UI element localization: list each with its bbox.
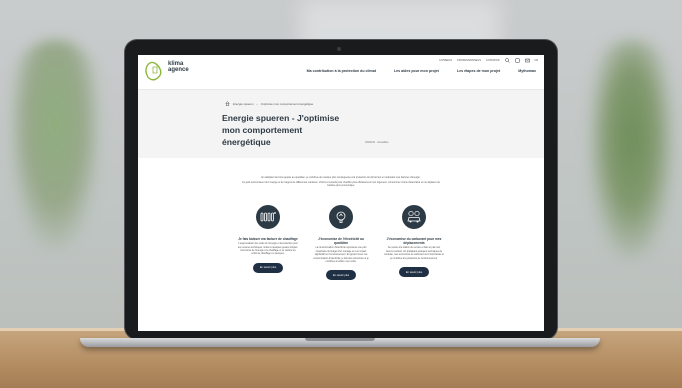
card-button[interactable]: En savoir plus (253, 262, 283, 273)
card-body: L'augmentation des coûts de l'énergie et… (238, 243, 299, 256)
breadcrumb-item-2: J'optimise mon comportement énergétique (260, 101, 314, 106)
home-icon[interactable] (225, 101, 230, 106)
laptop-notch (305, 338, 375, 341)
cards-row: Je fais baisser ma facture de chauffage … (238, 205, 444, 281)
mail-icon[interactable] (524, 58, 530, 63)
intro-paragraph-1: En adoptant de bons gestes au quotidien,… (261, 176, 421, 179)
webcam (337, 47, 341, 51)
nav-item-extra[interactable]: Mythomax (518, 69, 536, 73)
utility-link-about[interactable]: À PROPOS (486, 59, 500, 62)
language-selector[interactable]: FR (535, 59, 538, 62)
intro-text: En adoptant de bons gestes au quotidien,… (238, 176, 444, 189)
radiator-icon (256, 205, 280, 229)
logo-line2: agence (168, 67, 189, 73)
laptop-base (80, 338, 600, 347)
plant-right (589, 40, 674, 260)
utility-link-conseils[interactable]: CONSEILS (439, 59, 452, 62)
card-button[interactable]: En savoir plus (399, 267, 429, 278)
car-icon (402, 205, 426, 229)
card-title: J'économise du carburant pour mes déplac… (386, 237, 442, 246)
card-button[interactable]: En savoir plus (326, 270, 356, 281)
breadcrumb-separator: › (256, 101, 258, 106)
utility-link-pro[interactable]: PROFESSIONNELS (457, 59, 481, 62)
card-fuel: J'économise du carburant pour mes déplac… (384, 205, 444, 280)
hero-section: Energie spueren › J'optimise mon comport… (138, 90, 544, 158)
nav-item-contribution[interactable]: Ma contribution à la protection du clima… (307, 69, 376, 73)
utility-nav: CONSEILS PROFESSIONNELS À PROPOS FR (439, 58, 538, 63)
nav-item-aides[interactable]: Les aides pour mon projet (394, 69, 439, 73)
main-nav: Ma contribution à la protection du clima… (307, 69, 536, 73)
phone-icon[interactable] (514, 58, 520, 63)
card-body: Se rendre à la station de service et fai… (384, 247, 444, 260)
search-icon[interactable] (504, 58, 510, 63)
laptop-screen: klima agence CONSEILS PROFESSIONNELS À P… (138, 55, 544, 331)
breadcrumb: Energie spueren › J'optimise mon comport… (225, 101, 313, 106)
nav-item-etapes[interactable]: Les étapes de mon projet (457, 69, 500, 73)
card-body: La consommation d'électricité représente… (313, 247, 369, 264)
site-header: klima agence CONSEILS PROFESSIONNELS À P… (138, 55, 544, 90)
page-meta: 02/02/22 · Actualités (365, 141, 389, 144)
logo-text: klima agence (168, 61, 189, 73)
laptop-lid: klima agence CONSEILS PROFESSIONNELS À P… (125, 40, 557, 339)
card-title: Je fais baisser ma facture de chauffage (238, 237, 298, 241)
card-heating: Je fais baisser ma facture de chauffage … (238, 205, 298, 280)
card-electricity: J'économise de l'électricité au quotidie… (311, 205, 371, 281)
plant-left (10, 40, 100, 250)
page-title: Energie spueren - J'optimise mon comport… (222, 113, 340, 147)
breadcrumb-item-1[interactable]: Energie spueren (233, 102, 254, 106)
card-title: J'économise de l'électricité au quotidie… (318, 237, 364, 246)
lightbulb-icon (329, 205, 353, 229)
intro-paragraph-2: Ce petit économiseur de l'énergie et de … (242, 180, 440, 187)
